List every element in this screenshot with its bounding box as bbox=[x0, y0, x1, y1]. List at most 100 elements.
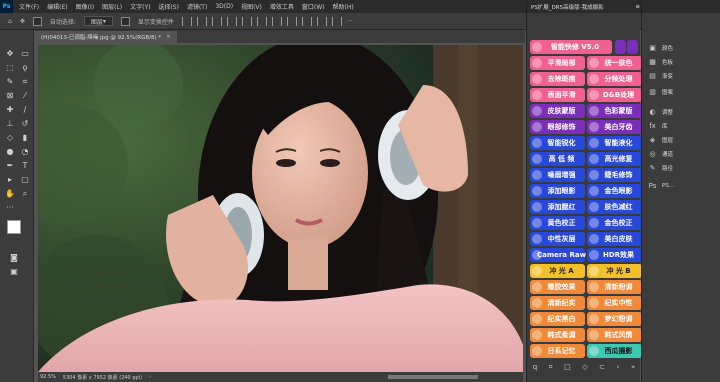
side-panel-item[interactable]: ◎ 通道 bbox=[648, 148, 673, 160]
horizontal-scrollbar[interactable] bbox=[388, 375, 478, 379]
clone-stamp-icon[interactable]: ⊥ bbox=[4, 118, 16, 130]
plugin-side-icon-a[interactable] bbox=[615, 40, 626, 54]
side-panel-item[interactable]: ▤ 渐变 bbox=[648, 70, 673, 82]
plugin-button[interactable]: 统一肤色 bbox=[587, 56, 642, 70]
menu-filter[interactable]: 滤镜(T) bbox=[187, 2, 207, 11]
artboard-tool-icon[interactable]: ▭ bbox=[19, 48, 31, 60]
align-middle-icon[interactable] bbox=[241, 16, 252, 26]
plugin-button[interactable]: 美白皮肤 bbox=[587, 232, 642, 246]
plugin-button[interactable]: 分频处理 bbox=[587, 72, 642, 86]
quick-select-tool-icon[interactable]: ✎ bbox=[4, 76, 16, 88]
document-tab[interactable]: (H)04013-已调脂-降噪.jpg @ 92.5%(RGB/8) * × bbox=[35, 31, 177, 43]
align-center-icon[interactable] bbox=[196, 16, 207, 26]
crop-tool-icon[interactable]: ⌗ bbox=[19, 76, 31, 88]
pen-tool-icon[interactable]: ✒ bbox=[4, 160, 16, 172]
plugin-bottom-icon[interactable]: ‹ bbox=[617, 363, 620, 371]
healing-brush-icon[interactable]: ✚ bbox=[4, 104, 16, 116]
plugin-button[interactable]: 添加眼影 bbox=[530, 184, 585, 198]
plugin-bottom-icon[interactable]: ⊂ bbox=[599, 363, 605, 371]
menu-plugins[interactable]: 增效工具 bbox=[270, 2, 294, 11]
plugin-button[interactable]: 日系记忆 bbox=[530, 344, 585, 358]
type-tool-icon[interactable]: T bbox=[19, 160, 31, 172]
lasso-tool-icon[interactable]: ϙ bbox=[19, 62, 31, 74]
distribute-center-icon[interactable] bbox=[286, 16, 297, 26]
home-icon[interactable]: ⌂ bbox=[8, 18, 12, 25]
align-right-icon[interactable] bbox=[211, 16, 222, 26]
plugin-button[interactable]: 清新粉调 bbox=[587, 280, 642, 294]
plugin-bottom-icon[interactable]: q bbox=[533, 363, 537, 371]
plugin-button[interactable]: 西瓜摄影 bbox=[587, 344, 642, 358]
plugin-button[interactable]: 梦幻粉调 bbox=[587, 312, 642, 326]
plugin-button[interactable]: 色彩蒙版 bbox=[587, 104, 642, 118]
plugin-bottom-icon[interactable]: » bbox=[631, 363, 635, 371]
shape-tool-icon[interactable]: ▢ bbox=[19, 174, 31, 186]
brush-tool-icon[interactable]: ∕ bbox=[19, 104, 31, 116]
plugin-button[interactable]: 智能锐化 bbox=[530, 136, 585, 150]
menu-file[interactable]: 文件(F) bbox=[19, 2, 39, 11]
side-panel-item[interactable]: ▥ 图案 bbox=[648, 86, 673, 98]
plugin-button[interactable]: 韩式柔调 bbox=[530, 328, 585, 342]
plugin-button[interactable]: 智能液化 bbox=[587, 136, 642, 150]
plugin-button[interactable]: 冲 光 B bbox=[587, 264, 642, 278]
blur-tool-icon[interactable]: ● bbox=[4, 146, 16, 158]
plugin-bottom-icon[interactable]: ◇ bbox=[582, 363, 587, 371]
menu-type[interactable]: 文字(Y) bbox=[130, 2, 150, 11]
plugin-button[interactable]: 纪实黑白 bbox=[530, 312, 585, 326]
document-canvas[interactable] bbox=[38, 45, 523, 372]
plugin-button[interactable]: 皮肤蒙版 bbox=[530, 104, 585, 118]
side-panel-item[interactable]: ◈ 图层 bbox=[648, 134, 673, 146]
plugin-button[interactable]: 添加腮红 bbox=[530, 200, 585, 214]
menu-edit[interactable]: 编辑(E) bbox=[47, 2, 67, 11]
align-left-icon[interactable] bbox=[181, 16, 192, 26]
eyedropper-tool-icon[interactable]: ⁄ bbox=[19, 90, 31, 102]
distribute-left-icon[interactable] bbox=[271, 16, 282, 26]
plugin-button[interactable]: 高光修复 bbox=[587, 152, 642, 166]
plugin-button[interactable]: 噪眉增强 bbox=[530, 168, 585, 182]
menu-view[interactable]: 视图(V) bbox=[241, 2, 262, 11]
distribute-middle-icon[interactable] bbox=[331, 16, 342, 26]
close-tab-icon[interactable]: × bbox=[166, 34, 171, 40]
more-options[interactable]: ··· bbox=[347, 18, 353, 25]
auto-select-checkbox[interactable] bbox=[32, 16, 42, 26]
side-panel-item[interactable]: ✎ 路径 bbox=[648, 162, 673, 174]
plugin-menu-icon[interactable]: ≡ bbox=[635, 4, 640, 10]
plugin-bottom-icon[interactable]: □ bbox=[564, 363, 571, 371]
side-panel-item[interactable]: fx 库 bbox=[648, 120, 667, 132]
side-panel-item[interactable]: ▦ 色板 bbox=[648, 56, 673, 68]
plugin-button[interactable]: 黄色校正 bbox=[530, 216, 585, 230]
plugin-button[interactable]: 清新纪实 bbox=[530, 296, 585, 310]
plugin-button[interactable]: 金色眼影 bbox=[587, 184, 642, 198]
menu-image[interactable]: 图像(I) bbox=[76, 2, 94, 11]
plugin-button[interactable]: 表面平滑 bbox=[530, 88, 585, 102]
plugin-button[interactable]: Camera Raw bbox=[530, 248, 586, 262]
status-arrow-icon[interactable]: › bbox=[149, 374, 151, 380]
marquee-tool-icon[interactable]: ⬚ bbox=[4, 62, 16, 74]
menu-help[interactable]: 帮助(H) bbox=[333, 2, 354, 11]
plugin-button[interactable]: D&B处理 bbox=[587, 88, 642, 102]
side-panel-item[interactable]: ▣ 颜色 bbox=[648, 42, 673, 54]
more-tools-icon[interactable]: ··· bbox=[4, 202, 16, 214]
plugin-button[interactable]: 去除斑痕 bbox=[530, 72, 585, 86]
gradient-tool-icon[interactable]: ▮ bbox=[19, 132, 31, 144]
plugin-button[interactable]: HDR效果 bbox=[587, 248, 642, 262]
hand-tool-icon[interactable]: ✋ bbox=[4, 188, 16, 200]
history-brush-icon[interactable]: ↺ bbox=[19, 118, 31, 130]
menu-window[interactable]: 窗口(W) bbox=[302, 2, 325, 11]
plugin-button[interactable]: 美白牙齿 bbox=[587, 120, 642, 134]
layer-select-dropdown[interactable]: 图层 ▾ bbox=[83, 16, 113, 26]
menu-3d[interactable]: 3D(D) bbox=[215, 3, 233, 10]
side-panel-item[interactable]: ◐ 调整 bbox=[648, 106, 673, 118]
path-select-tool-icon[interactable]: ▸ bbox=[4, 174, 16, 186]
plugin-bottom-icon[interactable]: ⌗ bbox=[549, 363, 553, 372]
plugin-button[interactable]: 纪实中性 bbox=[587, 296, 642, 310]
plugin-button[interactable]: 睫毛修饰 bbox=[587, 168, 642, 182]
distribute-top-icon[interactable] bbox=[316, 16, 327, 26]
plugin-button[interactable]: 眼部修饰 bbox=[530, 120, 585, 134]
photoshop-logo-icon[interactable]: Ps bbox=[0, 0, 13, 13]
align-bottom-icon[interactable] bbox=[256, 16, 267, 26]
plugin-button[interactable]: 高 低 频 bbox=[530, 152, 585, 166]
plugin-button[interactable]: 金色校正 bbox=[587, 216, 642, 230]
menu-layer[interactable]: 图层(L) bbox=[102, 2, 122, 11]
plugin-button[interactable]: 肤色减红 bbox=[587, 200, 642, 214]
move-tool-icon[interactable]: ✥ bbox=[20, 18, 25, 25]
